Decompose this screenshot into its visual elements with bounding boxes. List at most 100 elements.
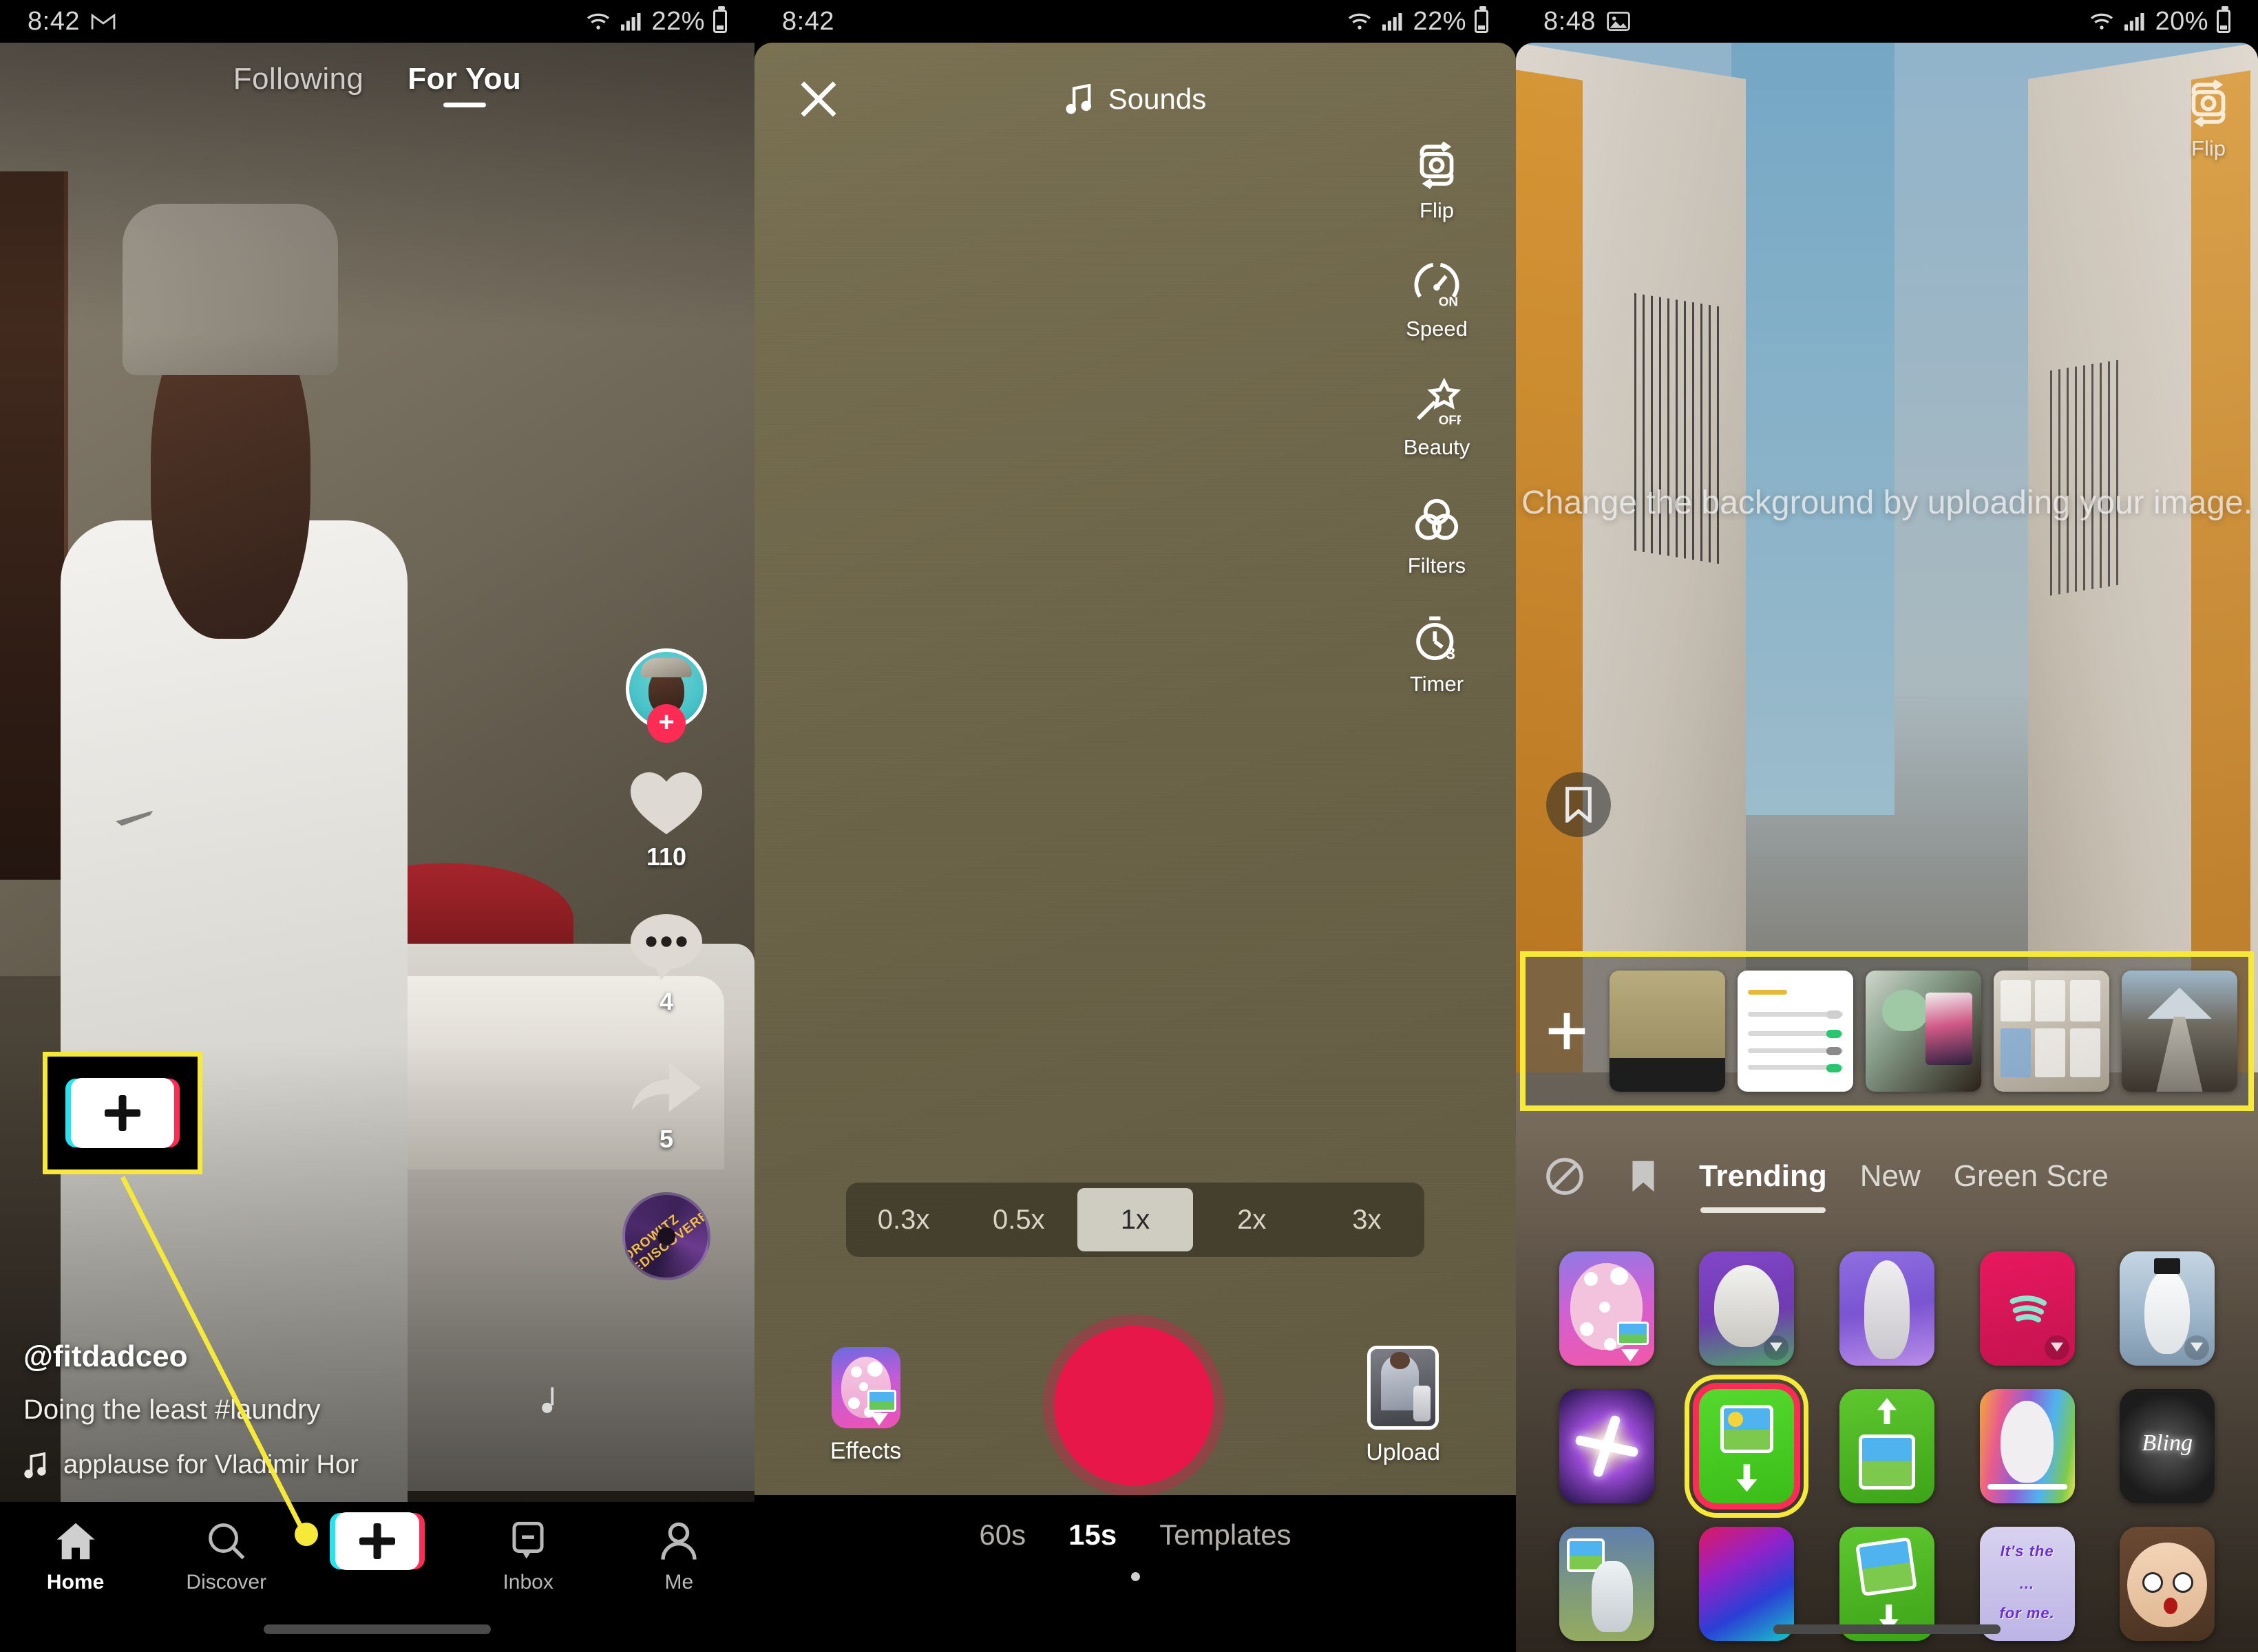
sidebar-item-me[interactable]: Me <box>613 1518 744 1594</box>
home-indicator-1 <box>264 1624 491 1634</box>
effect-long-hair[interactable] <box>1839 1251 1934 1366</box>
tool-flip-3[interactable]: Flip <box>2182 77 2235 161</box>
duration-60s[interactable]: 60s <box>979 1518 1026 1552</box>
sound-disc[interactable]: HOROWITZ REDISCOVERED <box>622 1192 710 1280</box>
image-carousel[interactable] <box>1520 951 2254 1111</box>
tab-for-you[interactable]: For You <box>408 62 521 107</box>
duration-templates[interactable]: Templates <box>1159 1518 1291 1552</box>
tool-speed[interactable]: ON Speed <box>1406 257 1468 341</box>
sidebar-item-home[interactable]: Home <box>10 1518 141 1594</box>
carousel-item[interactable] <box>1866 971 1981 1092</box>
duration-bar: 60s 15s Templates <box>755 1495 1516 1652</box>
comment-icon <box>631 914 702 980</box>
speed-selector[interactable]: 0.3x 0.5x 1x 2x 3x <box>846 1183 1424 1257</box>
status-bar-3: 8:48 20% <box>1516 0 2258 43</box>
effect-sparkle-palette[interactable] <box>1559 1251 1654 1366</box>
tab-new[interactable]: New <box>1860 1159 1921 1194</box>
battery-percent-2: 22% <box>1413 6 1466 36</box>
battery-icon <box>713 6 727 33</box>
tool-label-beauty: Beauty <box>1403 435 1470 459</box>
tool-filters[interactable]: Filters <box>1408 494 1466 578</box>
photo-icon <box>1607 12 1630 31</box>
upload-thumbnail <box>1367 1345 1439 1430</box>
sounds-button[interactable]: Sounds <box>1064 83 1206 116</box>
tool-beauty[interactable]: OFF Beauty <box>1404 376 1470 460</box>
status-time: 8:42 <box>28 6 80 36</box>
carousel-item[interactable] <box>1738 971 1853 1092</box>
status-right: 22% <box>585 6 727 36</box>
comment-button[interactable]: 4 <box>628 910 705 1016</box>
effects-screen: Flip Change the background by uploading … <box>1516 43 2258 1652</box>
follow-plus-icon[interactable]: + <box>647 704 686 743</box>
tool-flip[interactable]: Flip <box>1411 139 1463 223</box>
effect-green-screen-body[interactable] <box>1559 1527 1654 1641</box>
upload-button[interactable]: Upload <box>1366 1345 1440 1466</box>
close-x-icon[interactable] <box>797 78 840 120</box>
sidebar-item-discover[interactable]: Discover <box>161 1518 292 1594</box>
effect-green-screen-video[interactable] <box>1839 1389 1934 1503</box>
share-count: 5 <box>659 1125 674 1153</box>
effects-button[interactable]: Effects <box>830 1346 901 1465</box>
tool-label-timer: Timer <box>1409 672 1464 696</box>
carousel-item[interactable] <box>1994 971 2109 1092</box>
effect-line-3: for me. <box>1999 1604 2055 1622</box>
duration-15s[interactable]: 15s <box>1068 1518 1117 1552</box>
video-caption: @fitdadceo Doing the least #laundry appl… <box>23 1339 534 1480</box>
like-button[interactable]: 110 <box>628 768 705 871</box>
bookmark-icon[interactable] <box>1621 1154 1666 1199</box>
avatar[interactable]: + <box>626 648 707 743</box>
effect-surprised-face[interactable] <box>2120 1527 2215 1641</box>
speed-option-0.5x[interactable]: 0.5x <box>961 1183 1076 1257</box>
tab-trending[interactable]: Trending <box>1699 1159 1827 1213</box>
effect-rainbow-face[interactable] <box>1979 1389 2075 1503</box>
speedometer-icon: ON <box>1411 257 1463 310</box>
effect-bling[interactable]: Bling <box>2120 1389 2215 1503</box>
svg-text:ON: ON <box>1439 294 1458 308</box>
carousel-add-button[interactable] <box>1537 957 1597 1105</box>
effect-bling-label: Bling <box>2142 1430 2193 1456</box>
flip-camera-icon <box>2182 77 2235 129</box>
effect-spotify[interactable] <box>1979 1251 2075 1366</box>
effect-line-2: ... <box>2019 1574 2035 1592</box>
caption-music[interactable]: applause for Vladimir Hor <box>23 1450 534 1480</box>
effect-line-1: It's the <box>2000 1543 2054 1560</box>
effects-tab-bar: Trending New Green Scre <box>1516 1125 2258 1228</box>
effect-green-screen[interactable] <box>1685 1375 1809 1518</box>
status-bar-2: 8:42 22% <box>755 0 1516 43</box>
carousel-item[interactable] <box>1610 971 1725 1092</box>
caption-username[interactable]: @fitdadceo <box>23 1339 534 1374</box>
camera-screen: Sounds Flip ON Speed OF Beauty Filters 3… <box>755 43 1516 1652</box>
page-indicator-dot <box>1130 1572 1140 1581</box>
signal-icon <box>620 11 643 32</box>
record-button[interactable] <box>1053 1326 1214 1485</box>
status-left: 8:42 <box>28 7 116 36</box>
avatar-follow[interactable]: + <box>626 648 707 743</box>
panel-effects-picker: 8:48 20% Flip Change the background by u… <box>1516 0 2258 1652</box>
tab-green-screen[interactable]: Green Scre <box>1954 1159 2109 1194</box>
floating-note-icon <box>542 1387 554 1413</box>
create-button[interactable] <box>312 1512 443 1570</box>
panel-feed: 8:42 22% Following For You + 110 4 5 HOR… <box>0 0 755 1652</box>
speed-option-0.3x[interactable]: 0.3x <box>846 1183 961 1257</box>
effect-snowman[interactable] <box>2120 1251 2215 1366</box>
music-note-icon <box>24 1452 46 1479</box>
effect-star-flare[interactable] <box>1559 1389 1654 1503</box>
bookmark-button[interactable] <box>1546 772 1611 837</box>
effect-llama-face[interactable] <box>1699 1251 1795 1366</box>
person-icon <box>659 1518 699 1564</box>
create-plus-icon[interactable] <box>335 1512 419 1570</box>
comment-count: 4 <box>659 987 674 1015</box>
effects-grid: Bling It's the ... for me. <box>1516 1240 2258 1652</box>
tab-following[interactable]: Following <box>233 62 363 96</box>
signal-icon <box>1381 11 1404 32</box>
tool-timer[interactable]: 3 Timer <box>1410 613 1464 697</box>
carousel-item[interactable] <box>2122 971 2237 1092</box>
no-effect-icon[interactable] <box>1542 1154 1587 1199</box>
speed-option-2x[interactable]: 2x <box>1194 1183 1309 1257</box>
gmail-icon <box>91 12 116 30</box>
share-button[interactable]: 5 <box>626 1055 706 1154</box>
sidebar-item-inbox[interactable]: Inbox <box>463 1518 593 1594</box>
three-panel-tutorial: 8:42 22% Following For You + 110 4 5 HOR… <box>0 0 2258 1652</box>
speed-option-1x[interactable]: 1x <box>1077 1188 1193 1251</box>
speed-option-3x[interactable]: 3x <box>1309 1183 1424 1257</box>
